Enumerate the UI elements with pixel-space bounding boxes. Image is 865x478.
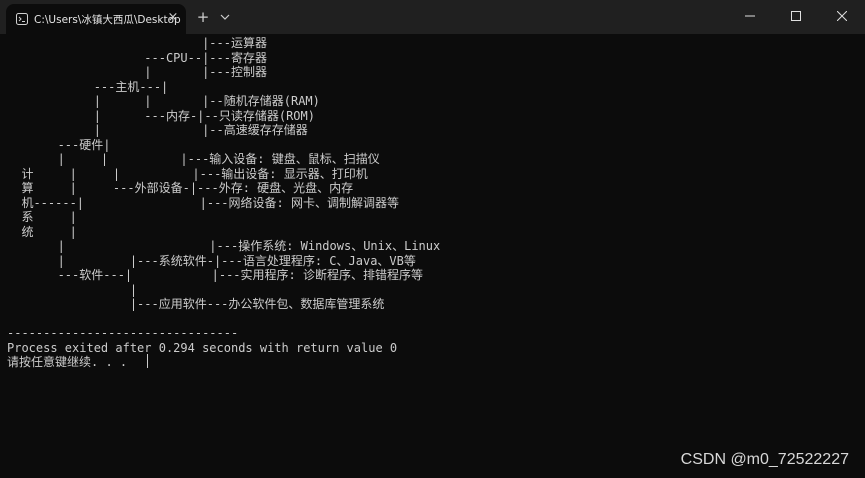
maximize-icon: [791, 11, 801, 21]
console-line: ---软件---| |---实用程序: 诊断程序、排错程序等: [7, 268, 423, 282]
console-line: 系 |: [7, 210, 77, 224]
minimize-icon: [745, 15, 755, 17]
console-line: |---应用软件---办公软件包、数据库管理系统: [7, 297, 385, 311]
console-line: 机------| |---网络设备: 网卡、调制解调器等: [7, 195, 399, 210]
console-line: | |---控制器: [7, 65, 267, 79]
console-line: |: [7, 282, 138, 297]
terminal-tab[interactable]: C:\Users\冰镇大西瓜\Desktop ×: [6, 4, 186, 34]
text-cursor: [147, 354, 148, 368]
maximize-button[interactable]: [773, 0, 819, 32]
tab-title: C:\Users\冰镇大西瓜\Desktop: [34, 14, 181, 26]
watermark: CSDN @m0_72522227: [680, 451, 849, 468]
chevron-down-icon[interactable]: [218, 10, 232, 24]
close-button[interactable]: [819, 0, 865, 32]
console-line: | | |--随机存储器(RAM): [7, 94, 320, 108]
console-line: ---硬件|: [7, 137, 111, 152]
terminal-window: C:\Users\冰镇大西瓜\Desktop × + |---运算器 ---CP…: [0, 0, 865, 478]
console-line: | ---内存-|--只读存储器(ROM): [7, 108, 315, 123]
title-bar[interactable]: C:\Users\冰镇大西瓜\Desktop × +: [0, 0, 865, 34]
new-tab-button[interactable]: +: [195, 9, 211, 25]
console-line: | |---系统软件-|---语言处理程序: C、Java、VB等: [7, 253, 416, 268]
console-line: |---运算器: [7, 36, 267, 50]
console-line: | | |---输入设备: 键盘、鼠标、扫描仪: [7, 152, 380, 166]
console-line: 请按任意键继续. . .: [7, 355, 128, 369]
terminal-icon: [16, 13, 28, 25]
console-line: --------------------------------: [7, 326, 239, 340]
console-line: ---主机---|: [7, 79, 169, 94]
console-line: 算 | ---外部设备-|---外存: 硬盘、光盘、内存: [7, 181, 354, 195]
minimize-button[interactable]: [727, 0, 773, 32]
console-output[interactable]: |---运算器 ---CPU--|---寄存器 | |---控制器 ---主机-…: [7, 36, 857, 370]
console-line: Process exited after 0.294 seconds with …: [7, 340, 398, 355]
console-line: 计 | | |---输出设备: 显示器、打印机: [7, 166, 368, 181]
console-line: | |--高速缓存存储器: [7, 123, 308, 137]
console-line: ---CPU--|---寄存器: [7, 50, 267, 65]
close-tab-icon[interactable]: ×: [166, 11, 180, 25]
console-line: 统 |: [7, 224, 77, 239]
console-line: | |---操作系统: Windows、Unix、Linux: [7, 239, 441, 253]
close-icon: [837, 11, 847, 21]
